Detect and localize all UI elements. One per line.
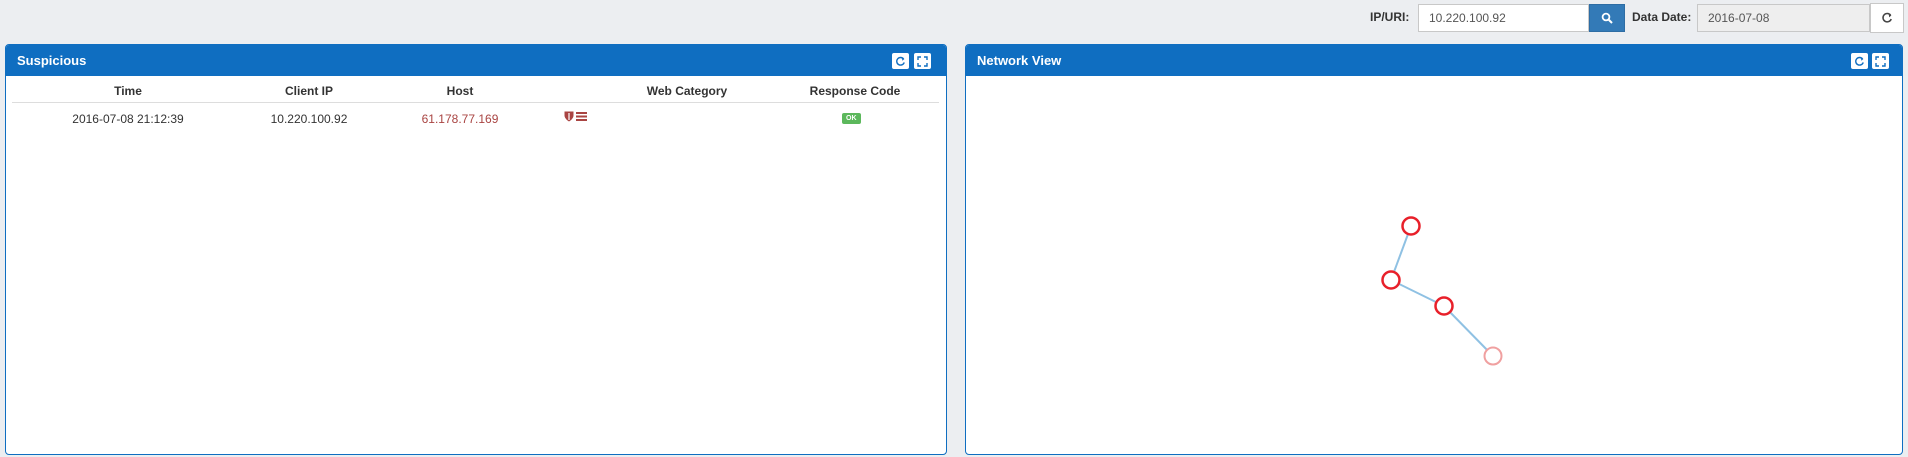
expand-icon [1875,55,1886,67]
network-view-panel: Network View [965,44,1903,455]
list-icon[interactable] [576,111,587,122]
suspicious-panel: Suspicious Time Client IP Host Web Categ… [5,44,947,455]
cell-time: 2016-07-08 21:12:39 [72,112,184,126]
data-date-label: Data Date: [1632,10,1692,24]
expand-icon [917,55,928,67]
refresh-icon [1882,12,1892,23]
graph-edge [1443,305,1494,357]
graph-node[interactable] [1434,296,1454,316]
suspicious-table: Time Client IP Host Web Category Respons… [12,76,939,131]
ip-uri-input[interactable] [1418,4,1589,32]
panel-refresh-button[interactable] [1851,53,1868,69]
graph-node[interactable] [1483,346,1503,366]
refresh-button[interactable] [1870,3,1904,33]
search-icon [1601,12,1613,24]
refresh-icon [1855,56,1864,66]
table-row[interactable]: 2016-07-08 21:12:39 10.220.100.92 61.178… [12,103,939,131]
cell-host[interactable]: 61.178.77.169 [410,112,510,126]
column-header-response-code[interactable]: Response Code [800,84,910,98]
column-header-web-category[interactable]: Web Category [637,84,737,98]
panel-refresh-button[interactable] [892,53,909,69]
graph-node[interactable] [1401,216,1421,236]
cell-client-ip: 10.220.100.92 [270,112,348,126]
panel-title: Network View [977,53,1062,68]
shield-icon[interactable] [564,111,574,122]
graph-node[interactable] [1381,270,1401,290]
column-header-host[interactable]: Host [420,84,500,98]
refresh-icon [896,56,905,66]
ip-uri-label: IP/URI: [1370,10,1410,24]
row-action-icons [564,111,587,122]
panel-expand-button[interactable] [914,53,931,69]
panel-expand-button[interactable] [1872,53,1889,69]
column-header-client-ip[interactable]: Client IP [269,84,349,98]
panel-title: Suspicious [17,53,87,68]
suspicious-panel-header: Suspicious [6,45,946,76]
column-header-time[interactable]: Time [88,84,168,98]
top-toolbar: IP/URI: Data Date: [0,0,1908,36]
table-header: Time Client IP Host Web Category Respons… [12,76,939,103]
data-date-input[interactable] [1697,4,1870,32]
search-button[interactable] [1589,4,1625,32]
network-view-panel-header: Network View [966,45,1902,76]
response-code-badge: OK [842,113,861,124]
network-graph[interactable] [966,76,1902,454]
